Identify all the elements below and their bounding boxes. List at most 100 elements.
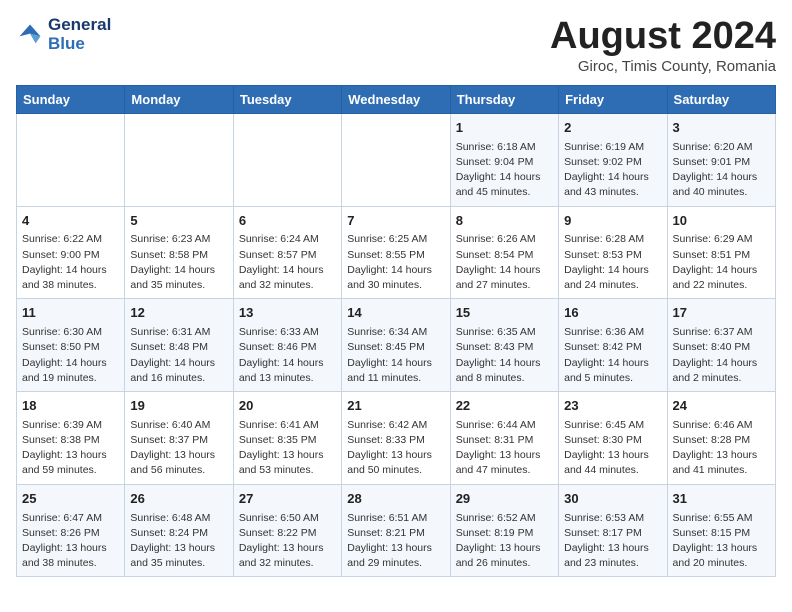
day-cell-23: 23Sunrise: 6:45 AMSunset: 8:30 PMDayligh… <box>559 391 667 484</box>
day-cell-10: 10Sunrise: 6:29 AMSunset: 8:51 PMDayligh… <box>667 206 775 299</box>
day-detail: Sunrise: 6:50 AMSunset: 8:22 PMDaylight:… <box>239 511 336 572</box>
day-detail: Sunrise: 6:47 AMSunset: 8:26 PMDaylight:… <box>22 511 119 572</box>
day-number: 9 <box>564 212 661 231</box>
day-number: 30 <box>564 490 661 509</box>
day-cell-17: 17 Sunrise: 6:37 AMSunset: 8:40 PMDayligh… <box>667 299 775 392</box>
day-detail: Sunrise: 6:55 AMSunset: 8:15 PMDaylight:… <box>673 511 770 572</box>
day-cell-26: 26Sunrise: 6:48 AMSunset: 8:24 PMDayligh… <box>125 484 233 577</box>
day-number: 18 <box>22 397 119 416</box>
day-number: 12 <box>130 304 227 323</box>
day-number: 21 <box>347 397 444 416</box>
header-cell-tuesday: Tuesday <box>233 85 341 113</box>
day-detail: Sunrise: 6:51 AMSunset: 8:21 PMDaylight:… <box>347 511 444 572</box>
day-cell-empty <box>125 113 233 206</box>
day-number: 16 <box>564 304 661 323</box>
day-cell-24: 24 Sunrise: 6:46 AMSunset: 8:28 PMDayligh… <box>667 391 775 484</box>
day-detail: Sunrise: 6:30 AMSunset: 8:50 PMDaylight:… <box>22 325 119 386</box>
day-cell-15: 15 Sunrise: 6:35 AMSunset: 8:43 PMDayligh… <box>450 299 558 392</box>
day-detail: Sunrise: 6:39 AMSunset: 8:38 PMDaylight:… <box>22 418 119 479</box>
title-block: August 2024 Giroc, Timis County, Romania <box>550 16 776 75</box>
day-detail: Sunrise: 6:42 AMSunset: 8:33 PMDaylight:… <box>347 418 444 479</box>
day-number: 31 <box>673 490 770 509</box>
day-cell-1: 1Sunrise: 6:18 AMSunset: 9:04 PMDaylight… <box>450 113 558 206</box>
day-number: 6 <box>239 212 336 231</box>
day-cell-11: 11 Sunrise: 6:30 AMSunset: 8:50 PMDayligh… <box>17 299 125 392</box>
logo: General Blue <box>16 16 111 53</box>
day-detail: Sunrise: 6:23 AMSunset: 8:58 PMDaylight:… <box>130 232 227 293</box>
day-number: 4 <box>22 212 119 231</box>
day-detail: Sunrise: 6:53 AMSunset: 8:17 PMDaylight:… <box>564 511 661 572</box>
day-detail: Sunrise: 6:31 AMSunset: 8:48 PMDaylight:… <box>130 325 227 386</box>
day-cell-2: 2 Sunrise: 6:19 AMSunset: 9:02 PMDaylight… <box>559 113 667 206</box>
day-cell-19: 19Sunrise: 6:40 AMSunset: 8:37 PMDayligh… <box>125 391 233 484</box>
day-cell-22: 22 Sunrise: 6:44 AMSunset: 8:31 PMDayligh… <box>450 391 558 484</box>
day-detail: Sunrise: 6:28 AMSunset: 8:53 PMDaylight:… <box>564 232 661 293</box>
day-number: 2 <box>564 119 661 138</box>
day-cell-3: 3Sunrise: 6:20 AMSunset: 9:01 PMDaylight… <box>667 113 775 206</box>
subtitle: Giroc, Timis County, Romania <box>550 58 776 75</box>
header-cell-monday: Monday <box>125 85 233 113</box>
day-number: 23 <box>564 397 661 416</box>
day-cell-13: 13 Sunrise: 6:33 AMSunset: 8:46 PMDayligh… <box>233 299 341 392</box>
day-cell-empty <box>17 113 125 206</box>
day-cell-21: 21 Sunrise: 6:42 AMSunset: 8:33 PMDayligh… <box>342 391 450 484</box>
day-number: 29 <box>456 490 553 509</box>
day-detail: Sunrise: 6:24 AMSunset: 8:57 PMDaylight:… <box>239 232 336 293</box>
day-cell-14: 14Sunrise: 6:34 AMSunset: 8:45 PMDayligh… <box>342 299 450 392</box>
day-number: 11 <box>22 304 119 323</box>
day-number: 8 <box>456 212 553 231</box>
day-detail: Sunrise: 6:25 AMSunset: 8:55 PMDaylight:… <box>347 232 444 293</box>
day-number: 10 <box>673 212 770 231</box>
day-number: 17 <box>673 304 770 323</box>
day-detail: Sunrise: 6:36 AMSunset: 8:42 PMDaylight:… <box>564 325 661 386</box>
day-detail: Sunrise: 6:48 AMSunset: 8:24 PMDaylight:… <box>130 511 227 572</box>
day-cell-9: 9Sunrise: 6:28 AMSunset: 8:53 PMDaylight… <box>559 206 667 299</box>
day-detail: Sunrise: 6:22 AMSunset: 9:00 PMDaylight:… <box>22 232 119 293</box>
day-detail: Sunrise: 6:44 AMSunset: 8:31 PMDaylight:… <box>456 418 553 479</box>
day-number: 15 <box>456 304 553 323</box>
day-cell-6: 6Sunrise: 6:24 AMSunset: 8:57 PMDaylight… <box>233 206 341 299</box>
header-cell-thursday: Thursday <box>450 85 558 113</box>
day-detail: Sunrise: 6:19 AMSunset: 9:02 PMDaylight:… <box>564 140 661 201</box>
month-title: August 2024 <box>550 16 776 58</box>
header-cell-wednesday: Wednesday <box>342 85 450 113</box>
day-cell-empty <box>342 113 450 206</box>
day-detail: Sunrise: 6:37 AMSunset: 8:40 PMDaylight:… <box>673 325 770 386</box>
day-number: 22 <box>456 397 553 416</box>
day-detail: Sunrise: 6:20 AMSunset: 9:01 PMDaylight:… <box>673 140 770 201</box>
week-row-5: 25Sunrise: 6:47 AMSunset: 8:26 PMDayligh… <box>17 484 776 577</box>
day-detail: Sunrise: 6:46 AMSunset: 8:28 PMDaylight:… <box>673 418 770 479</box>
day-cell-5: 5Sunrise: 6:23 AMSunset: 8:58 PMDaylight… <box>125 206 233 299</box>
week-row-3: 11 Sunrise: 6:30 AMSunset: 8:50 PMDayligh… <box>17 299 776 392</box>
day-detail: Sunrise: 6:33 AMSunset: 8:46 PMDaylight:… <box>239 325 336 386</box>
logo-text: General Blue <box>48 16 111 53</box>
day-cell-25: 25Sunrise: 6:47 AMSunset: 8:26 PMDayligh… <box>17 484 125 577</box>
header-cell-sunday: Sunday <box>17 85 125 113</box>
day-detail: Sunrise: 6:40 AMSunset: 8:37 PMDaylight:… <box>130 418 227 479</box>
header-row: SundayMondayTuesdayWednesdayThursdayFrid… <box>17 85 776 113</box>
day-detail: Sunrise: 6:35 AMSunset: 8:43 PMDaylight:… <box>456 325 553 386</box>
day-number: 7 <box>347 212 444 231</box>
day-detail: Sunrise: 6:26 AMSunset: 8:54 PMDaylight:… <box>456 232 553 293</box>
day-detail: Sunrise: 6:18 AMSunset: 9:04 PMDaylight:… <box>456 140 553 201</box>
page-header: General Blue August 2024 Giroc, Timis Co… <box>16 16 776 75</box>
day-number: 13 <box>239 304 336 323</box>
day-cell-8: 8Sunrise: 6:26 AMSunset: 8:54 PMDaylight… <box>450 206 558 299</box>
day-number: 28 <box>347 490 444 509</box>
day-cell-16: 16 Sunrise: 6:36 AMSunset: 8:42 PMDayligh… <box>559 299 667 392</box>
day-cell-empty <box>233 113 341 206</box>
day-cell-20: 20Sunrise: 6:41 AMSunset: 8:35 PMDayligh… <box>233 391 341 484</box>
day-cell-28: 28 Sunrise: 6:51 AMSunset: 8:21 PMDayligh… <box>342 484 450 577</box>
day-cell-18: 18 Sunrise: 6:39 AMSunset: 8:38 PMDayligh… <box>17 391 125 484</box>
day-cell-31: 31 Sunrise: 6:55 AMSunset: 8:15 PMDayligh… <box>667 484 775 577</box>
day-cell-27: 27Sunrise: 6:50 AMSunset: 8:22 PMDayligh… <box>233 484 341 577</box>
day-cell-29: 29Sunrise: 6:52 AMSunset: 8:19 PMDayligh… <box>450 484 558 577</box>
day-number: 24 <box>673 397 770 416</box>
day-number: 5 <box>130 212 227 231</box>
header-cell-saturday: Saturday <box>667 85 775 113</box>
day-detail: Sunrise: 6:41 AMSunset: 8:35 PMDaylight:… <box>239 418 336 479</box>
header-cell-friday: Friday <box>559 85 667 113</box>
calendar-table: SundayMondayTuesdayWednesdayThursdayFrid… <box>16 85 776 578</box>
week-row-1: 1Sunrise: 6:18 AMSunset: 9:04 PMDaylight… <box>17 113 776 206</box>
day-number: 14 <box>347 304 444 323</box>
